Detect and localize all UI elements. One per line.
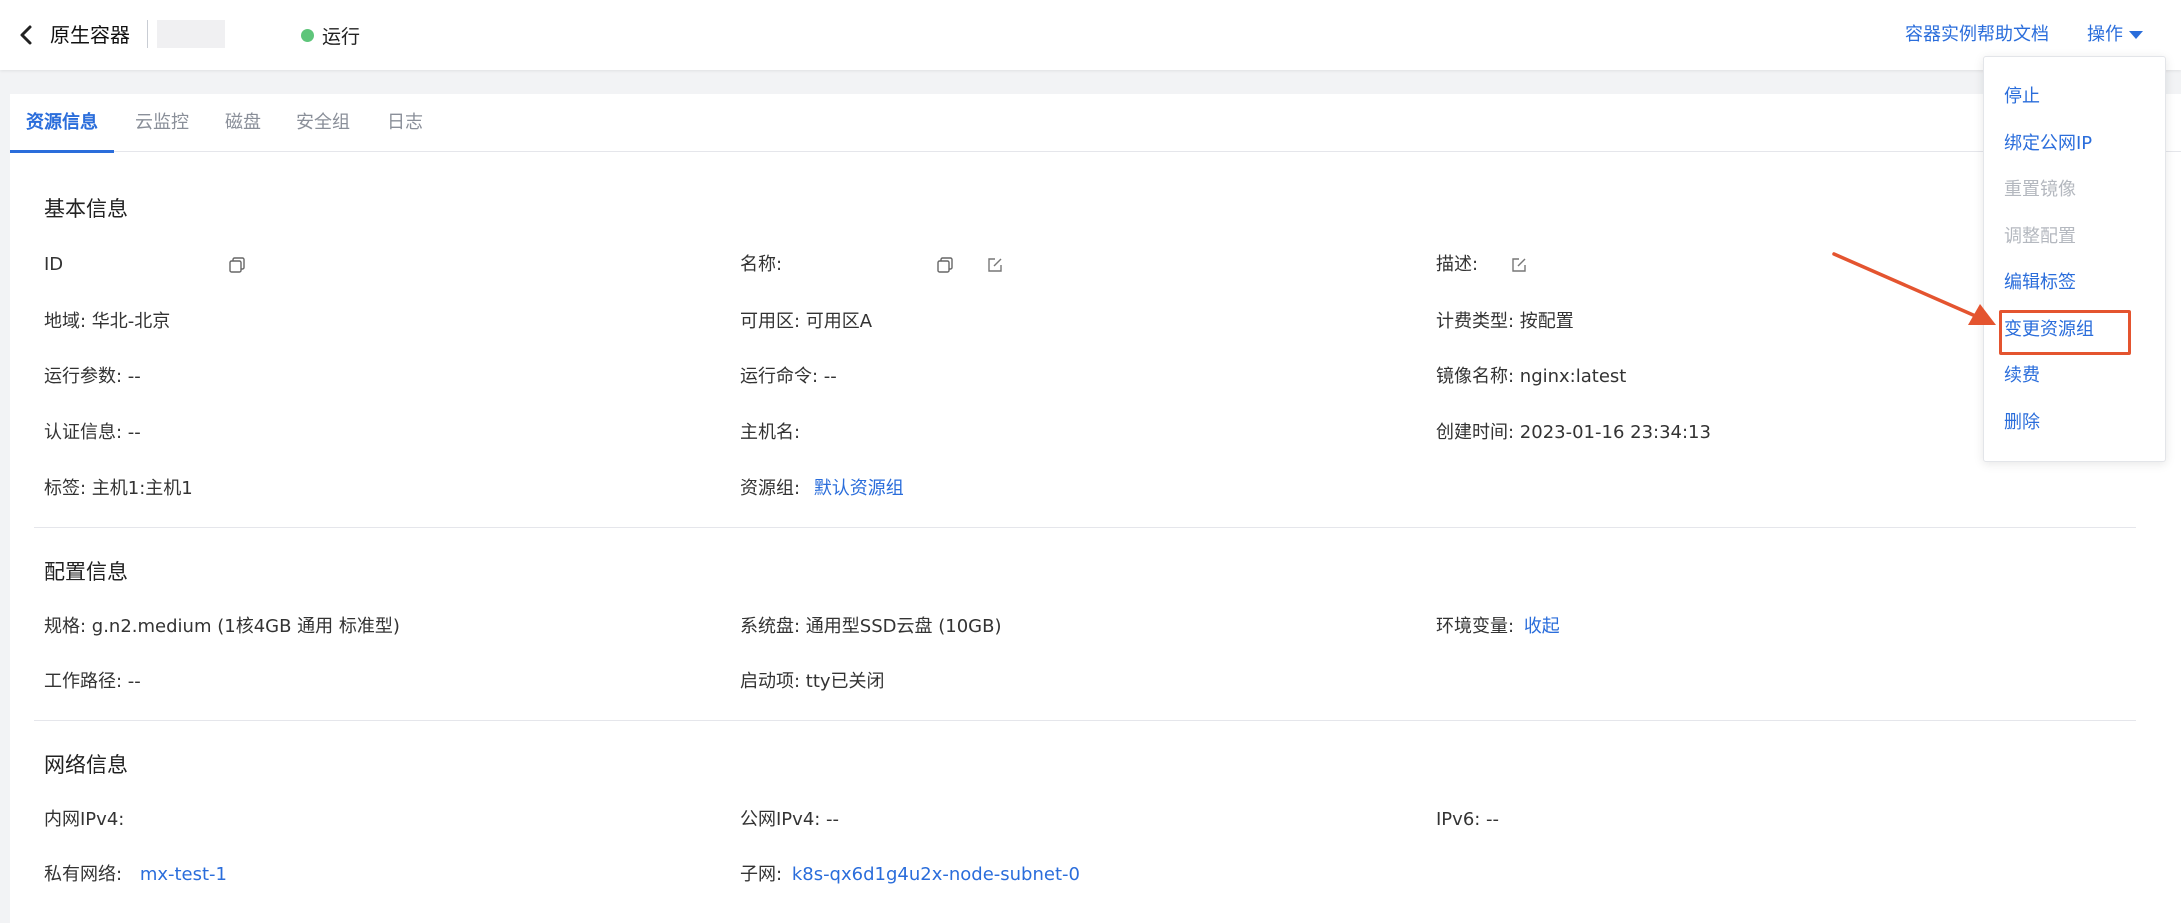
subnet-field: 子网: k8s-qx6d1g4u2x-node-subnet-0	[740, 862, 1080, 888]
subnet-link[interactable]: k8s-qx6d1g4u2x-node-subnet-0	[792, 864, 1080, 885]
hostname-label: 主机名:	[740, 422, 801, 443]
copy-icon[interactable]	[936, 256, 954, 274]
vpc-link[interactable]: mx-test-1	[140, 864, 227, 885]
section-divider	[34, 527, 2136, 528]
name-label: 名称:	[740, 254, 783, 275]
tab-resource-info[interactable]: 资源信息	[10, 94, 114, 153]
env-vars-field: 环境变量: 收起	[1436, 614, 1560, 640]
private-ipv4-label: 内网IPv4:	[44, 809, 125, 830]
tags-field: 标签: 主机1:主机1	[44, 478, 193, 499]
run-command-field: 运行命令: --	[740, 366, 837, 387]
menu-item-stop[interactable]: 停止	[2004, 84, 2040, 110]
annotation-arrow-icon	[1832, 252, 1996, 325]
edit-icon[interactable]	[1510, 256, 1528, 274]
status-text: 运行	[322, 25, 361, 48]
spec-field: 规格: g.n2.medium (1核4GB 通用 标准型)	[44, 616, 400, 637]
public-ipv4-field: 公网IPv4: --	[740, 809, 840, 830]
menu-item-reset-image: 重置镜像	[2004, 179, 2076, 200]
id-label: ID	[44, 254, 64, 275]
env-vars-label: 环境变量:	[1436, 616, 1515, 637]
operations-menu: 停止 绑定公网IP 重置镜像 调整配置 编辑标签 变更资源组 续费 删除	[1983, 56, 2166, 462]
page-title: 原生容器	[50, 23, 130, 47]
env-vars-toggle-link[interactable]: 收起	[1524, 616, 1560, 637]
region-field: 地域: 华北-北京	[44, 311, 171, 332]
operations-dropdown[interactable]: 操作	[2087, 20, 2143, 50]
billing-field: 计费类型: 按配置	[1436, 311, 1574, 332]
vpc-label: 私有网络:	[44, 864, 123, 885]
vpc-field: 私有网络: mx-test-1	[44, 862, 227, 888]
edit-icon[interactable]	[986, 256, 1004, 274]
masked-instance-name	[157, 20, 225, 48]
work-dir-field: 工作路径: --	[44, 671, 141, 692]
menu-item-delete[interactable]: 删除	[2004, 410, 2040, 436]
back-arrow-icon[interactable]	[16, 20, 36, 50]
config-info-title: 配置信息	[44, 560, 128, 584]
tab-cloud-monitor[interactable]: 云监控	[135, 94, 189, 152]
image-name-field: 镜像名称: nginx:latest	[1436, 366, 1627, 387]
help-doc-link[interactable]: 容器实例帮助文档	[1905, 20, 2049, 50]
resource-group-label: 资源组:	[740, 478, 801, 499]
annotation-highlight-box	[1999, 310, 2131, 355]
description-label: 描述:	[1436, 254, 1479, 275]
tab-disk[interactable]: 磁盘	[225, 94, 261, 152]
system-disk-field: 系统盘: 通用型SSD云盘 (10GB)	[740, 616, 1002, 637]
menu-item-edit-tags[interactable]: 编辑标签	[2004, 270, 2076, 296]
startup-field: 启动项: tty已关闭	[740, 671, 885, 692]
status-badge: 运行	[301, 20, 360, 50]
title-divider	[147, 20, 148, 48]
network-info-title: 网络信息	[44, 753, 128, 777]
menu-item-adjust-config: 调整配置	[2004, 226, 2076, 247]
tab-logs[interactable]: 日志	[387, 94, 423, 152]
auth-field: 认证信息: --	[44, 422, 141, 443]
section-divider	[34, 720, 2136, 721]
zone-field: 可用区: 可用区A	[740, 311, 873, 332]
copy-icon[interactable]	[228, 256, 246, 274]
caret-down-icon	[2129, 31, 2143, 39]
run-params-field: 运行参数: --	[44, 366, 141, 387]
menu-item-renew[interactable]: 续费	[2004, 363, 2040, 389]
basic-info-title: 基本信息	[44, 197, 128, 221]
ipv6-field: IPv6: --	[1436, 809, 1500, 830]
tab-security-group[interactable]: 安全组	[296, 94, 350, 152]
resource-group-field: 资源组: 默认资源组	[740, 476, 904, 502]
tab-bar: 资源信息 云监控 磁盘 安全组 日志	[10, 94, 2181, 153]
operations-label: 操作	[2087, 24, 2123, 45]
created-time-field: 创建时间: 2023-01-16 23:34:13	[1436, 422, 1711, 443]
top-bar: 原生容器 运行 容器实例帮助文档 操作	[0, 0, 2181, 70]
status-dot-icon	[301, 28, 314, 42]
detail-card: 资源信息 云监控 磁盘 安全组 日志	[10, 94, 2181, 923]
resource-group-link[interactable]: 默认资源组	[814, 478, 904, 499]
menu-item-bind-public-ip[interactable]: 绑定公网IP	[2004, 131, 2092, 157]
subnet-label: 子网:	[740, 864, 783, 885]
